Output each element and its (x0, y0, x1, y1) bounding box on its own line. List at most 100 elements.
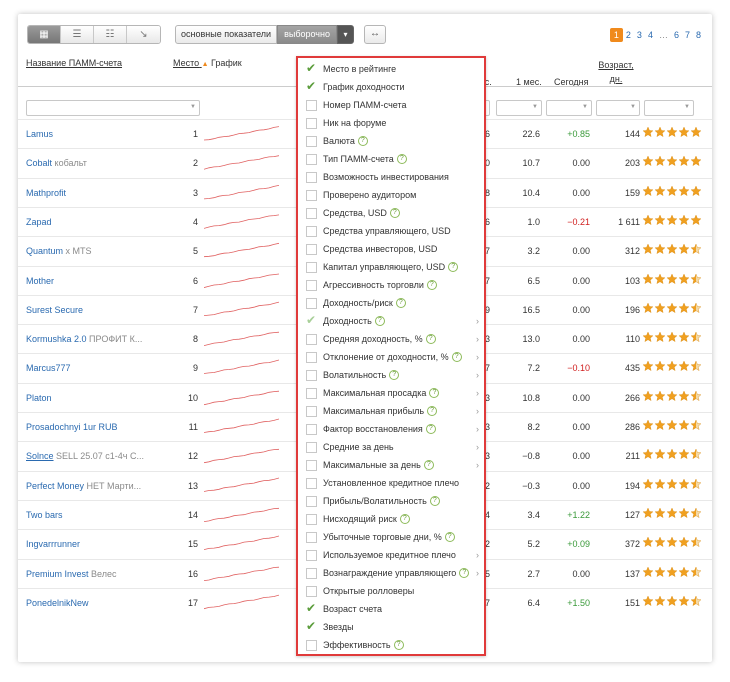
checkbox[interactable] (306, 136, 317, 147)
column-option[interactable]: График доходности (298, 79, 484, 97)
column-option[interactable]: Доходность/риск? (298, 295, 484, 313)
chevron-right-icon[interactable]: › (476, 424, 479, 434)
column-option[interactable]: Прибыль/Волатильность? (298, 493, 484, 511)
account-name[interactable]: Mathprofit (26, 188, 66, 198)
checkbox-checked[interactable] (306, 79, 317, 93)
checkbox[interactable] (306, 640, 317, 651)
column-option[interactable]: Открытые ролловеры (298, 583, 484, 601)
list-view-icon[interactable]: ☰ (61, 26, 94, 43)
help-icon[interactable]: ? (459, 568, 470, 578)
account-name[interactable]: Platon (26, 393, 52, 403)
column-option[interactable]: Нисходящий риск? (298, 511, 484, 529)
column-option[interactable]: Тип ПАММ-счета? (298, 151, 484, 169)
account-name[interactable]: Kormushka 2.0 (26, 334, 87, 344)
help-icon[interactable]: ? (429, 496, 440, 506)
help-icon[interactable]: ? (423, 460, 434, 470)
column-option[interactable]: Убыточные торговые дни, %? (298, 529, 484, 547)
account-name[interactable]: Surest Secure (26, 305, 83, 315)
column-option[interactable]: Установленное кредитное плечо (298, 475, 484, 493)
checkbox[interactable] (306, 298, 317, 309)
checkbox[interactable] (306, 244, 317, 255)
account-name[interactable]: Solnce (26, 451, 54, 461)
checkbox[interactable] (306, 514, 317, 525)
pager-page[interactable]: 4 (645, 28, 656, 42)
help-icon[interactable]: ? (429, 388, 440, 398)
account-name-link[interactable]: Ingvarrrunner (26, 539, 80, 549)
account-name-link[interactable]: Perfect Money НЕТ Марти... (26, 481, 141, 491)
pager-page[interactable]: 8 (693, 28, 704, 42)
column-option[interactable]: Максимальная просадка? › (298, 385, 484, 403)
account-name-link[interactable]: Marcus777 (26, 363, 71, 373)
checkbox-checked[interactable] (306, 601, 317, 615)
help-icon[interactable]: ? (425, 424, 436, 434)
checkbox-checked[interactable] (306, 61, 317, 75)
help-icon[interactable]: ? (396, 154, 407, 164)
checkbox[interactable] (306, 154, 317, 165)
filter-stars-select[interactable]: ▼ (644, 100, 694, 116)
column-option[interactable]: Вознаграждение управляющего? › (298, 565, 484, 583)
column-option[interactable]: Номер ПАММ-счета (298, 97, 484, 115)
account-name-link[interactable]: Kormushka 2.0 ПРОФИТ К... (26, 334, 142, 344)
checkbox[interactable] (306, 262, 317, 273)
account-name[interactable]: Premium Invest (26, 569, 89, 579)
chevron-right-icon[interactable]: › (476, 334, 479, 344)
checkbox[interactable] (306, 280, 317, 291)
account-name[interactable]: Lamus (26, 129, 53, 139)
checkbox-checked[interactable] (306, 619, 317, 633)
help-icon[interactable]: ? (374, 316, 385, 326)
account-name-link[interactable]: Lamus (26, 129, 53, 139)
checkbox-checked[interactable] (306, 313, 317, 327)
chevron-right-icon[interactable]: › (476, 460, 479, 470)
checkbox[interactable] (306, 190, 317, 201)
column-option[interactable]: Звезды (298, 619, 484, 637)
checkbox[interactable] (306, 586, 317, 597)
account-name[interactable]: Prosadochnyi 1ur RUB (26, 422, 118, 432)
expand-width-icon[interactable]: ↔ (364, 25, 386, 44)
checkbox[interactable] (306, 172, 317, 183)
filter-today-select[interactable]: ▼ (546, 100, 592, 116)
column-option[interactable]: Проверено аудитором (298, 187, 484, 205)
column-option[interactable]: Эффективность? (298, 637, 484, 655)
checkbox[interactable] (306, 334, 317, 345)
help-icon[interactable]: ? (399, 514, 410, 524)
chevron-right-icon[interactable]: › (476, 406, 479, 416)
chevron-right-icon[interactable]: › (476, 370, 479, 380)
help-icon[interactable]: ? (427, 406, 438, 416)
account-name-link[interactable]: Quantum x MTS (26, 246, 92, 256)
checkbox[interactable] (306, 118, 317, 129)
checkbox[interactable] (306, 550, 317, 561)
help-icon[interactable]: ? (389, 370, 400, 380)
account-name-link[interactable]: Surest Secure (26, 305, 83, 315)
account-name[interactable]: Mother (26, 276, 54, 286)
header-place-label[interactable]: Место (173, 58, 199, 68)
column-option[interactable]: Максимальная прибыль? › (298, 403, 484, 421)
account-name-link[interactable]: Premium Invest Велес (26, 569, 117, 579)
checkbox[interactable] (306, 406, 317, 417)
checkbox[interactable] (306, 100, 317, 111)
column-option[interactable]: Используемое кредитное плечо › (298, 547, 484, 565)
help-icon[interactable]: ? (444, 532, 455, 542)
column-option[interactable]: Фактор восстановления? › (298, 421, 484, 439)
checkbox[interactable] (306, 352, 317, 363)
column-option[interactable]: Средние за день › (298, 439, 484, 457)
column-option[interactable]: Агрессивность торговли? (298, 277, 484, 295)
checkbox[interactable] (306, 460, 317, 471)
help-icon[interactable]: ? (451, 352, 462, 362)
checkbox[interactable] (306, 568, 317, 579)
account-name[interactable]: Marcus777 (26, 363, 71, 373)
account-name-link[interactable]: Platon (26, 393, 52, 403)
account-name-link[interactable]: Solnce SELL 25.07 c1-4ч C... (26, 451, 144, 461)
mode-custom-button[interactable]: выборочно (277, 25, 337, 44)
column-option[interactable]: Волатильность? › (298, 367, 484, 385)
help-icon[interactable]: ? (357, 136, 368, 146)
column-option[interactable]: Максимальные за день? › (298, 457, 484, 475)
checkbox[interactable] (306, 424, 317, 435)
account-name[interactable]: Two bars (26, 510, 63, 520)
header-place[interactable]: Место ▲ (173, 58, 209, 80)
column-option[interactable]: Возраст счета (298, 601, 484, 619)
header-name[interactable]: Название ПАММ-счета (26, 58, 122, 80)
account-name[interactable]: Cobalt (26, 158, 52, 168)
checkbox[interactable] (306, 388, 317, 399)
chevron-right-icon[interactable]: › (476, 316, 479, 326)
account-name[interactable]: Perfect Money (26, 481, 84, 491)
